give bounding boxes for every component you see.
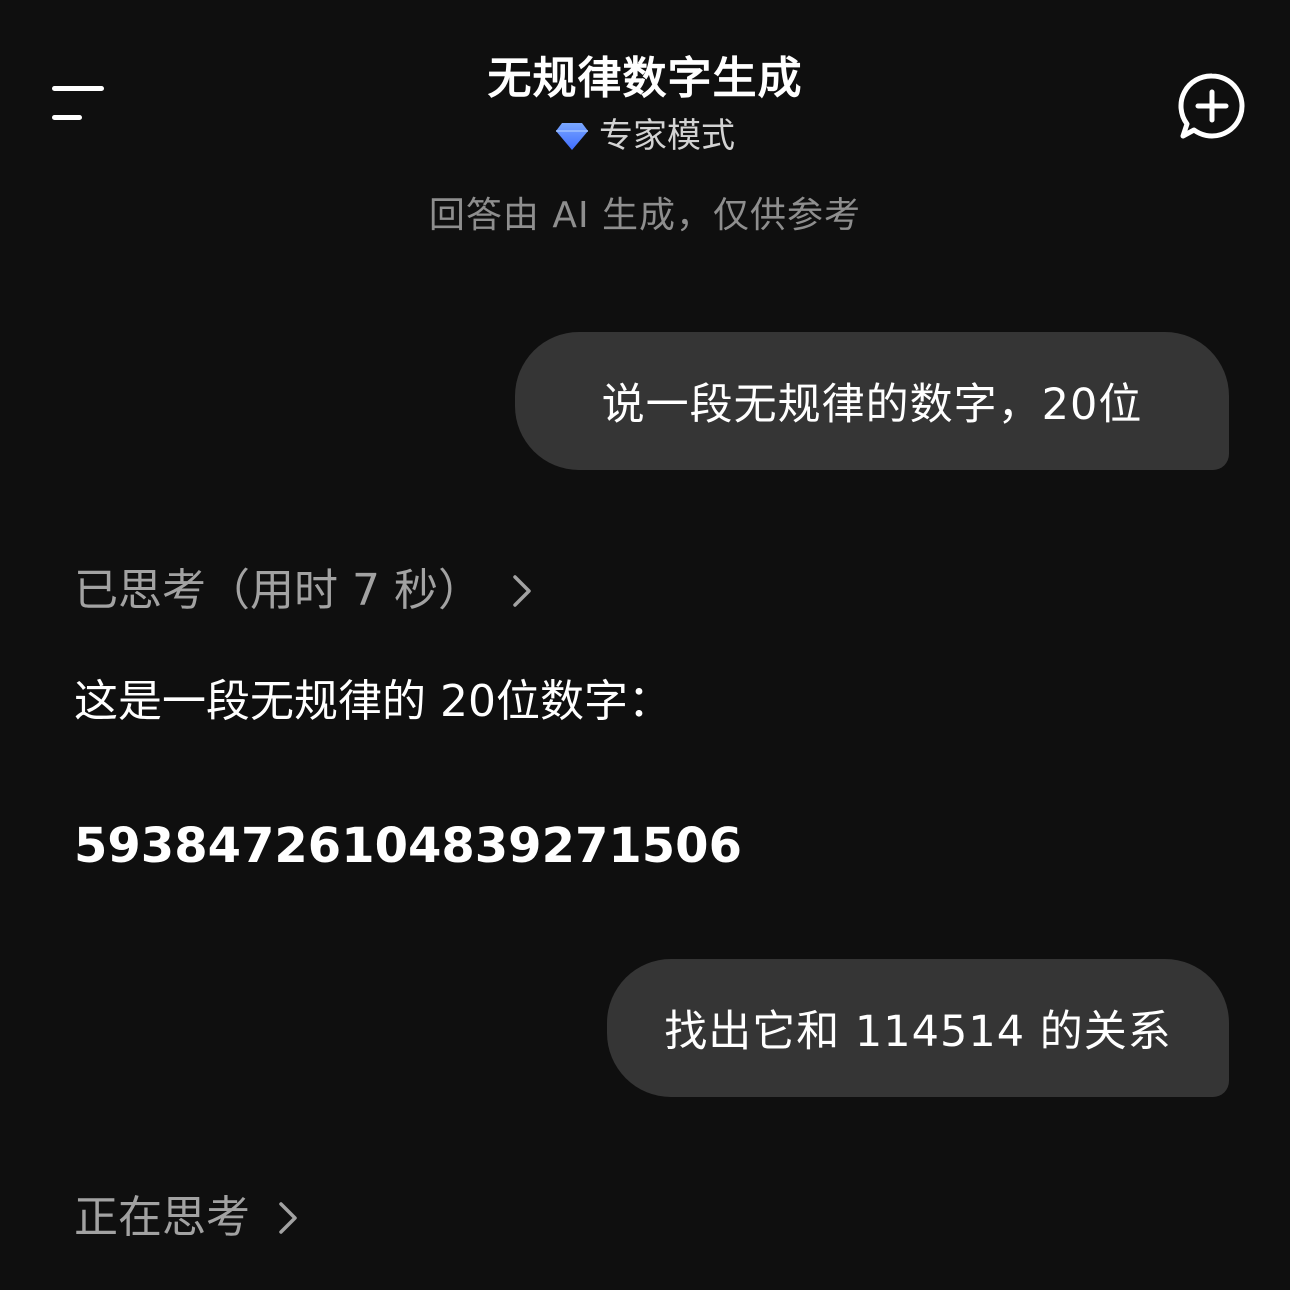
thinking-label: 已思考（用时 7 秒） [74, 565, 482, 616]
diamond-icon [556, 123, 588, 150]
thinking-toggle[interactable]: 已思考（用时 7 秒） [74, 562, 534, 620]
new-chat-button[interactable] [1176, 70, 1248, 142]
user-message-bubble[interactable]: 找出它和 114514 的关系 [607, 959, 1229, 1097]
thinking-toggle[interactable]: 正在思考 [74, 1189, 300, 1247]
new-chat-plus-icon [1178, 73, 1245, 139]
assistant-reply-intro: 这是一段无规律的 20位数字： [74, 676, 672, 727]
chevron-right-icon [513, 575, 531, 607]
chat-title: 无规律数字生成 [487, 53, 803, 104]
chevron-right-icon [279, 1202, 297, 1234]
assistant-reply-number: 59384726104839271506 [74, 818, 742, 874]
ai-disclaimer: 回答由 AI 生成，仅供参考 [428, 195, 862, 236]
expert-mode-badge[interactable]: 专家模式 [0, 114, 1290, 158]
user-message-bubble[interactable]: 说一段无规律的数字，20位 [515, 332, 1229, 470]
user-message-text: 说一段无规律的数字，20位 [601, 380, 1143, 430]
mode-label: 专家模式 [599, 116, 735, 156]
thinking-label: 正在思考 [74, 1192, 250, 1243]
user-message-text: 找出它和 114514 的关系 [664, 1007, 1172, 1057]
